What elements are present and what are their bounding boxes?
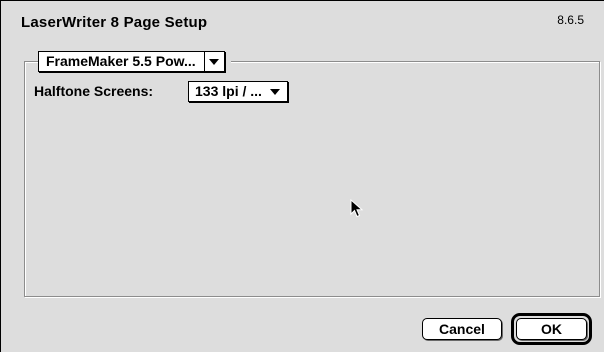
- triangle-down-icon: [269, 88, 280, 95]
- panel-selector-popup[interactable]: FrameMaker 5.5 Pow...: [38, 51, 231, 72]
- panel-selector-arrow-button[interactable]: [203, 52, 224, 71]
- cancel-button[interactable]: Cancel: [422, 318, 502, 340]
- halftone-screens-value: 133 lpi / ...: [195, 83, 262, 99]
- page-setup-dialog: LaserWriter 8 Page Setup 8.6.5 FrameMake…: [0, 0, 604, 352]
- arrow-pointer-icon: [350, 199, 364, 218]
- version-label: 8.6.5: [557, 13, 584, 27]
- triangle-down-icon: [209, 58, 220, 65]
- panel-selector-box[interactable]: FrameMaker 5.5 Pow...: [38, 51, 225, 72]
- halftone-screens-popup[interactable]: 133 lpi / ...: [188, 81, 288, 102]
- panel-selector-value: FrameMaker 5.5 Pow...: [46, 53, 196, 69]
- ok-button[interactable]: OK: [516, 318, 587, 340]
- dialog-title: LaserWriter 8 Page Setup: [21, 14, 208, 31]
- halftone-screens-label: Halftone Screens:: [34, 83, 154, 99]
